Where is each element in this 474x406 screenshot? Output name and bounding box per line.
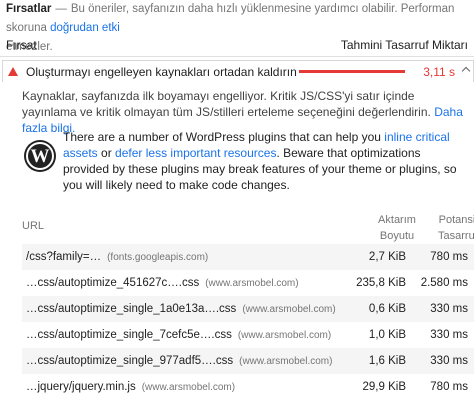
transfer-size: 29,9 KiB xyxy=(362,381,406,393)
resource-host: (www.arsmobel.com) xyxy=(141,381,236,393)
resource-table: /css?family=… (fonts.googleapis.com) 2,7… xyxy=(22,244,474,400)
transfer-size: 1,6 KiB xyxy=(368,355,406,367)
wp-tip-text-1: There are a number of WordPress plugins … xyxy=(63,130,381,144)
resource-host: (www.arsmobel.com) xyxy=(237,329,332,341)
url-column-header: URL xyxy=(22,220,45,232)
wordpress-tip: There are a number of WordPress plugins … xyxy=(63,129,468,193)
opportunities-label: Fırsatlar xyxy=(6,3,52,15)
wordpress-logo-icon: W xyxy=(24,140,56,172)
audit-title: Oluşturmayı engelleyen kaynakları ortada… xyxy=(26,64,297,79)
resource-url[interactable]: …css/autoptimize_single_977adf5….css xyxy=(22,355,233,367)
separator-dash: — xyxy=(55,3,67,15)
resource-url[interactable]: …css/autoptimize_451627c….css xyxy=(22,277,199,289)
potential-savings-column-header: Potansiyel Tasarruflar xyxy=(432,212,474,244)
transfer-size: 235,8 KiB xyxy=(356,277,406,289)
resource-host: (www.arsmobel.com) xyxy=(242,303,336,315)
table-header: URL Aktarım Boyutu Potansiyel Tasarrufla… xyxy=(22,210,474,244)
savings-bar xyxy=(299,70,405,73)
transfer-size-header-line2: Boyutu xyxy=(379,230,415,242)
resource-host: (www.arsmobel.com) xyxy=(239,355,333,367)
table-row: …css/autoptimize_single_1a0e13a….css (ww… xyxy=(22,296,474,322)
savings-header-line1: Potansiyel xyxy=(438,214,474,226)
description-text: Kaynaklar, sayfanızda ilk boyamayı engel… xyxy=(22,89,431,119)
header-divider xyxy=(0,56,474,57)
potential-savings: 780 ms xyxy=(430,251,468,263)
potential-savings: 330 ms xyxy=(430,329,468,341)
resource-host: (www.arsmobel.com) xyxy=(205,277,299,289)
table-row: …css/autoptimize_single_977adf5….css (ww… xyxy=(22,348,474,374)
direct-effect-link[interactable]: doğrudan etki xyxy=(50,22,120,34)
transfer-size: 0,6 KiB xyxy=(368,303,406,315)
transfer-size-header-line1: Aktarım xyxy=(378,214,416,226)
transfer-size: 1,0 KiB xyxy=(368,329,406,341)
wordpress-logo-letter: W xyxy=(30,145,50,167)
savings-value: 3,11 s xyxy=(423,65,455,79)
table-row: /css?family=… (fonts.googleapis.com) 2,7… xyxy=(22,244,474,270)
chevron-up-icon[interactable] xyxy=(461,66,471,76)
wp-tip-text-2: or xyxy=(101,146,112,160)
resource-url[interactable]: …css/autoptimize_single_1a0e13a….css xyxy=(22,303,236,315)
potential-savings: 780 ms xyxy=(430,381,468,393)
resource-host: (fonts.googleapis.com) xyxy=(107,251,209,263)
savings-header-line2: Tasarruflar xyxy=(438,230,474,242)
potential-savings: 2.580 ms xyxy=(420,277,468,289)
table-row: …jquery/jquery.min.js (www.arsmobel.com)… xyxy=(22,374,474,400)
transfer-size: 2,7 KiB xyxy=(368,251,406,263)
column-header: Fırsat Tahmini Tasarruf Miktarı xyxy=(6,38,468,56)
resource-url[interactable]: /css?family=… xyxy=(22,251,101,263)
table-row: …css/autoptimize_single_7cefc5e….css (ww… xyxy=(22,322,474,348)
opportunity-column-label: Fırsat xyxy=(6,38,37,52)
resource-url[interactable]: …jquery/jquery.min.js xyxy=(22,381,136,393)
render-blocking-audit-row[interactable]: Oluşturmayı engelleyen kaynakları ortada… xyxy=(2,60,474,82)
table-row: …css/autoptimize_451627c….css (www.arsmo… xyxy=(22,270,474,296)
defer-resources-link[interactable]: defer less important resources xyxy=(115,146,276,160)
savings-column-label: Tahmini Tasarruf Miktarı xyxy=(340,38,468,52)
warning-triangle-icon xyxy=(8,67,18,76)
potential-savings: 330 ms xyxy=(430,303,468,315)
potential-savings: 330 ms xyxy=(430,355,468,367)
resource-url[interactable]: …css/autoptimize_single_7cefc5e….css xyxy=(22,329,232,341)
transfer-size-column-header: Aktarım Boyutu xyxy=(362,212,432,244)
